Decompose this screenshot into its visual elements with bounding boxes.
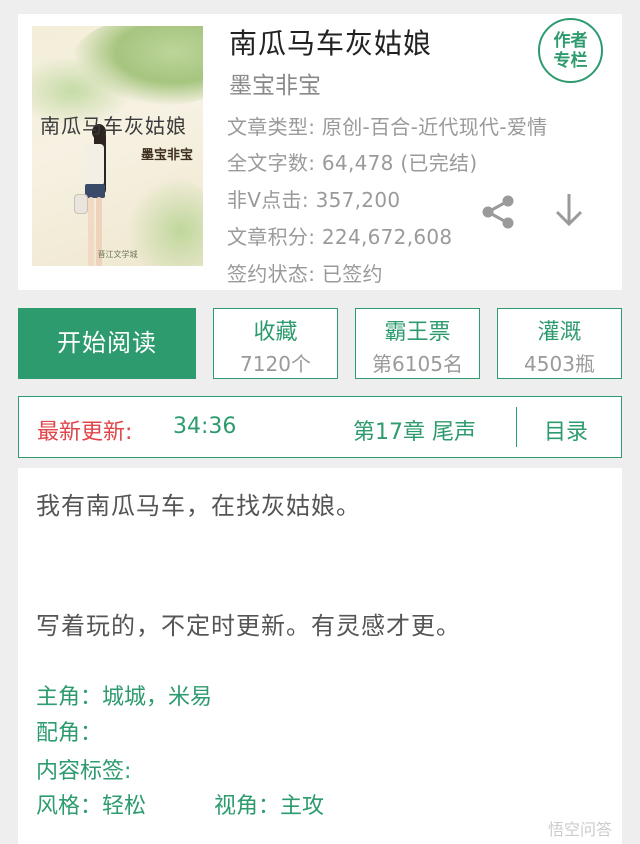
start-reading-button[interactable]: 开始阅读 [18,308,196,379]
main-characters: 主角：城城，米易 [36,685,213,710]
description-text: 写着玩的，不定时更新。有灵感才更。 [36,612,461,640]
divider [516,407,517,447]
water-count: 4503瓶 [524,352,595,376]
book-type: 文章类型: 原创-百合-近代现代-爱情 [227,115,548,139]
cover-publisher: 晋江文学城 [97,250,138,259]
content-tags: 内容标签: [36,759,132,784]
author-column-label: 专栏 [553,51,588,71]
share-icon[interactable] [479,193,517,231]
description-card: 我有南瓜马车，在找灰姑娘。 写着玩的，不定时更新。有灵感才更。 主角：城城，米易… [18,468,622,844]
cover-figure-shorts [85,184,105,198]
collect-button[interactable]: 收藏 7120个 [213,308,338,379]
author-column-button[interactable]: 作者 专栏 [538,18,603,83]
latest-update-label: 最新更新: [37,420,133,445]
sign-status: 签约状态: 已签约 [227,262,383,286]
cover-title: 南瓜马车灰姑娘 [40,114,187,138]
cover-author: 墨宝非宝 [140,148,193,163]
style-tag: 风格：轻松 [36,794,147,819]
collect-count: 7120个 [240,352,311,376]
author-column-label: 作者 [553,31,588,51]
book-cover-image[interactable]: 南瓜马车灰姑娘 墨宝非宝 晋江文学城 [32,26,203,266]
click-count: 非V点击: 357,200 [227,188,401,212]
latest-update-time: 34:36 [173,414,237,439]
cover-figure-top [86,144,104,186]
latest-chapter-link[interactable]: 第17章 尾声 [353,414,476,446]
book-info-card: 南瓜马车灰姑娘 墨宝非宝 晋江文学城 南瓜马车灰姑娘 墨宝非宝 文章类型: 原创… [18,14,622,290]
vote-rank: 第6105名 [372,352,463,376]
latest-update-bar[interactable]: 最新更新: 34:36 第17章 尾声 目录 [18,396,622,458]
table-of-contents-button[interactable]: 目录 [544,414,588,446]
supporting-characters: 配角： [36,721,103,746]
word-count: 全文字数: 64,478 (已完结) [227,151,478,175]
perspective-tag: 视角：主攻 [214,794,325,819]
watermark: 悟空问答 [547,820,612,839]
cover-figure-bag [74,194,88,214]
description-text: 我有南瓜马车，在找灰姑娘。 [36,492,361,520]
book-title: 南瓜马车灰姑娘 [229,27,433,60]
vote-button[interactable]: 霸王票 第6105名 [355,308,480,379]
book-author-link[interactable]: 墨宝非宝 [229,66,321,100]
download-icon[interactable] [552,190,586,230]
collect-label: 收藏 [253,320,298,345]
book-score: 文章积分: 224,672,608 [227,225,453,249]
water-label: 灌溉 [537,320,582,345]
water-button[interactable]: 灌溉 4503瓶 [497,308,622,379]
vote-label: 霸王票 [384,320,451,345]
